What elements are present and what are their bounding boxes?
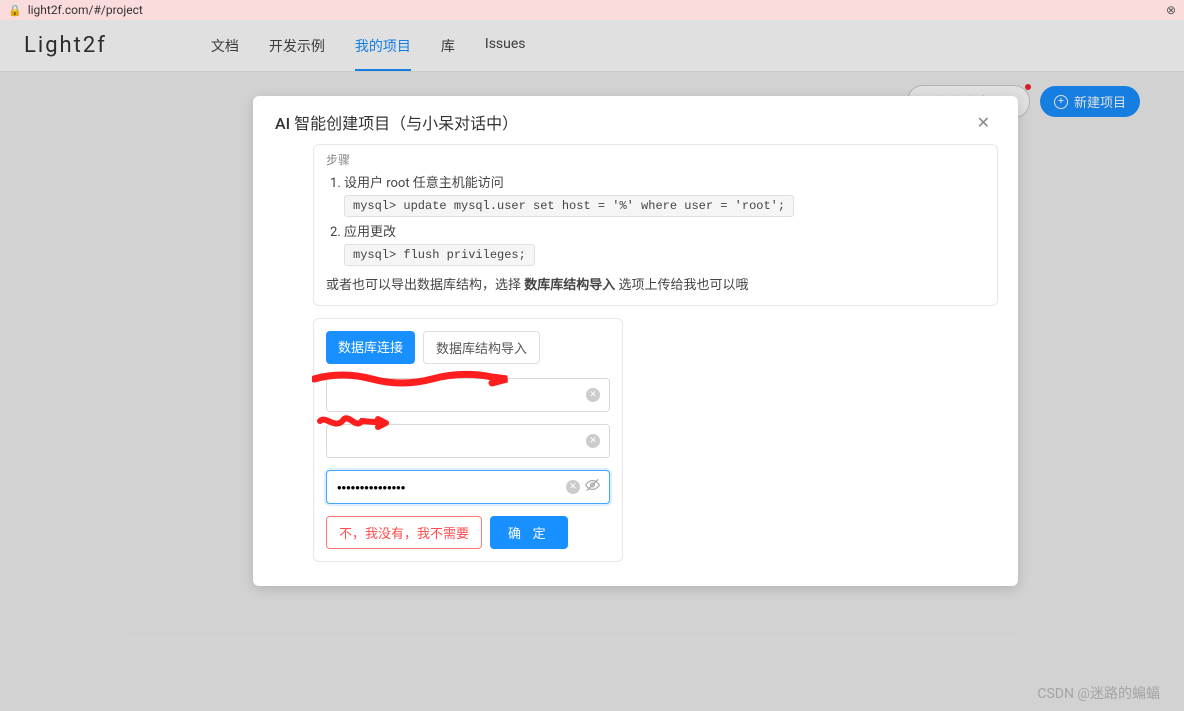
cancel-button[interactable]: 不，我没有，我不需要 [326, 516, 482, 549]
lock-icon: 🔒 [8, 4, 22, 17]
ai-create-modal: AI 智能创建项目（与小呆对话中） ✕ 步骤 设用户 root 任意主机能访问 … [253, 96, 1018, 586]
modal-title: AI 智能创建项目（与小呆对话中） [275, 110, 518, 134]
db-form-card: 数据库连接 数据库结构导入 ✕ ✕ ✕ [313, 318, 623, 562]
tab-db-import[interactable]: 数据库结构导入 [423, 331, 540, 364]
code-block-1: mysql> update mysql.user set host = '%' … [344, 195, 794, 217]
clear-icon[interactable]: ✕ [586, 434, 600, 448]
tab-db-connect[interactable]: 数据库连接 [326, 331, 415, 364]
db-host-input[interactable] [326, 378, 610, 412]
browser-url-bar: 🔒 light2f.com/#/project ⊗ [0, 0, 1184, 20]
chat-scroll-area[interactable]: 步骤 设用户 root 任意主机能访问 mysql> update mysql.… [275, 144, 1008, 580]
bot-instruction-bubble: 步骤 设用户 root 任意主机能访问 mysql> update mysql.… [313, 144, 998, 306]
confirm-button[interactable]: 确 定 [490, 516, 568, 549]
step-label: 步骤 [326, 151, 985, 168]
db-user-input[interactable] [326, 424, 610, 458]
note-post: 选项上传给我也可以哦 [615, 278, 748, 293]
code-block-2: mysql> flush privileges; [344, 244, 535, 266]
eye-invisible-icon[interactable] [585, 478, 600, 497]
url-close-icon[interactable]: ⊗ [1166, 3, 1176, 17]
close-icon[interactable]: ✕ [971, 111, 996, 134]
step1-text: 设用户 root 任意主机能访问 [344, 176, 504, 191]
note-bold: 数库库结构导入 [524, 278, 615, 293]
clear-icon[interactable]: ✕ [566, 480, 580, 494]
url-text: light2f.com/#/project [28, 3, 143, 17]
step2-text: 应用更改 [344, 225, 396, 240]
clear-icon[interactable]: ✕ [586, 388, 600, 402]
watermark: CSDN @迷路的蝙蝠 [1037, 683, 1160, 703]
note-pre: 或者也可以导出数据库结构，选择 [326, 278, 524, 293]
